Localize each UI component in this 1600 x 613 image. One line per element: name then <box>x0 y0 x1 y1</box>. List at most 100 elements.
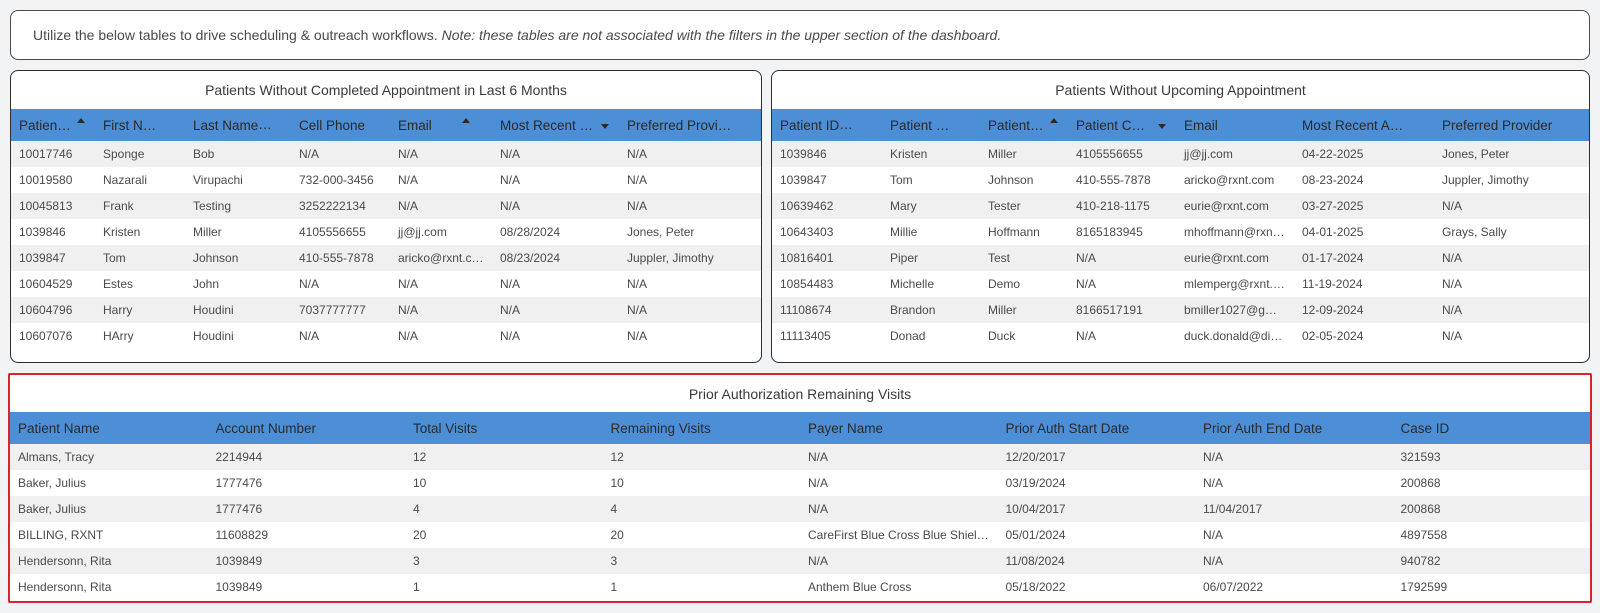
column-header-prior-auth-start-date[interactable]: Prior Auth Start Date <box>998 412 1196 444</box>
table-row[interactable]: 1039846 Kristen Miller 4105556655 jj@jj.com 0… <box>772 141 1589 167</box>
table-cell: 8165183945 <box>1076 225 1143 239</box>
table-cell: Donad <box>890 329 926 343</box>
table-cell: N/A <box>398 147 419 161</box>
table-row[interactable]: Baker, Julius 1777476 10 10 N/A 03/19/2024 N/A… <box>10 470 1590 496</box>
table-cell: N/A <box>1442 277 1463 291</box>
table-cell: Michelle <box>890 277 935 291</box>
table-cell: 1039846 <box>780 147 827 161</box>
table-cell: aricko@rxnt.com <box>1184 173 1275 187</box>
table-cell: 940782 <box>1400 554 1441 568</box>
column-header-patient-cell[interactable]: Patient Cell ... <box>1068 109 1176 141</box>
sort-descending-icon[interactable] <box>1158 123 1166 129</box>
table-cell: 10019580 <box>19 173 73 187</box>
table-cell: Johnson <box>988 173 1034 187</box>
table-cell: N/A <box>627 277 648 291</box>
table-cell: 3 <box>413 554 420 568</box>
column-header-most-recent-appointment[interactable]: Most Recent Appoi... <box>1294 109 1434 141</box>
table-cell: 1039846 <box>19 225 66 239</box>
table-row[interactable]: Baker, Julius 1777476 4 4 N/A 10/04/2017 11/04… <box>10 496 1590 522</box>
table-row[interactable]: 10019580 Nazarali Virupachi 732-000-3456 N/A… <box>11 167 761 193</box>
patients-without-completed-appointment-panel: Patients Without Completed Appointment i… <box>10 70 762 363</box>
table-cell: Houdini <box>193 329 234 343</box>
table-row[interactable]: 10017746 Sponge Bob N/A N/A N/A N/A <box>11 141 761 167</box>
table-cell: 321593 <box>1400 450 1441 464</box>
table-cell: 20 <box>610 528 624 542</box>
sort-ascending-icon[interactable] <box>77 117 85 123</box>
column-header-patient-first-name[interactable]: Patient Firs... <box>882 109 980 141</box>
table-cell: 11/04/2017 <box>1203 502 1263 516</box>
column-header-case-id[interactable]: Case ID <box>1393 412 1591 444</box>
table-cell: 08-23-2024 <box>1302 173 1364 187</box>
table-cell: 1792599 <box>1400 580 1448 594</box>
column-header-most-recent-completed[interactable]: Most Recent Co... <box>492 109 619 141</box>
column-header-preferred-provider[interactable]: Preferred Provider <box>619 109 761 141</box>
table-cell: 3 <box>610 554 618 568</box>
table-row[interactable]: 11113405 Donad Duck N/A duck.donald@disn... 0… <box>772 323 1589 349</box>
table-cell: CareFirst Blue Cross Blue Shield ... <box>808 528 997 542</box>
sort-ascending-icon[interactable] <box>1050 117 1058 123</box>
column-header-remaining-visits[interactable]: Remaining Visits <box>603 412 801 444</box>
column-header-prior-auth-end-date[interactable]: Prior Auth End Date <box>1195 412 1393 444</box>
table-row[interactable]: 1039846 Kristen Miller 4105556655 jj@jj.com 0… <box>11 219 761 245</box>
table-cell: N/A <box>500 329 521 343</box>
table-cell: 1039847 <box>19 251 66 265</box>
table-row[interactable]: 10854483 Michelle Demo N/A mlemperg@rxnt.c..… <box>772 271 1589 297</box>
table-cell: N/A <box>299 329 320 343</box>
table-cell: 10045813 <box>19 199 73 213</box>
table-row[interactable]: Hendersonn, Rita 1039849 1 1 Anthem Blue Cro… <box>10 574 1590 600</box>
sort-descending-icon[interactable] <box>280 123 289 129</box>
table-cell: 410-555-7878 <box>1076 173 1151 187</box>
table-row[interactable]: BILLING, RXNT 11608829 20 20 CareFirst Blue … <box>10 522 1590 548</box>
column-header-patient-name[interactable]: Patient Name <box>10 412 208 444</box>
column-header-payer-name[interactable]: Payer Name <box>800 412 998 444</box>
column-header-first-name[interactable]: First Name <box>95 109 185 141</box>
table-cell: Juppler, Jimothy <box>627 251 714 265</box>
column-header-email[interactable]: Email <box>1176 109 1294 141</box>
column-header-cell-phone[interactable]: Cell Phone <box>291 109 390 141</box>
column-header-last-name[interactable]: Last Name <box>185 109 291 141</box>
table-cell: N/A <box>1442 329 1463 343</box>
table-row[interactable]: Hendersonn, Rita 1039849 3 3 N/A 11/08/2024 N/… <box>10 548 1590 574</box>
table-cell: 4897558 <box>1400 528 1448 542</box>
table-cell: 7037777777 <box>299 303 366 317</box>
table-cell: N/A <box>500 173 521 187</box>
table-cell: N/A <box>398 277 419 291</box>
column-header-total-visits[interactable]: Total Visits <box>405 412 603 444</box>
table-row[interactable]: 11108674 Brandon Miller 8166517191 bmiller10… <box>772 297 1589 323</box>
table-row[interactable]: 10816401 Piper Test N/A eurie@rxnt.com 01-17-… <box>772 245 1589 271</box>
table-cell: N/A <box>808 476 829 490</box>
table-row[interactable]: 10639462 Mary Tester 410-218-1175 eurie@rxnt… <box>772 193 1589 219</box>
column-header-account-number[interactable]: Account Number <box>208 412 406 444</box>
table-cell: 12 <box>413 450 427 464</box>
column-header-preferred-provider[interactable]: Preferred Provider <box>1434 109 1589 141</box>
sort-descending-icon[interactable] <box>601 123 609 129</box>
table-row[interactable]: 10045813 Frank Testing 3252222134 N/A N/A N/A <box>11 193 761 219</box>
table-row[interactable]: 10643403 Millie Hoffmann 8165183945 mhoffman… <box>772 219 1589 245</box>
table-cell: 11108674 <box>780 303 832 317</box>
table-cell: 8166517191 <box>1076 303 1143 317</box>
column-header-patient-id[interactable]: Patient ID <box>11 109 95 141</box>
table-cell: 200868 <box>1400 476 1441 490</box>
note-text: Utilize the below tables to drive schedu… <box>33 27 438 43</box>
sort-ascending-icon[interactable] <box>461 117 470 123</box>
table-cell: N/A <box>808 450 829 464</box>
table-cell: N/A <box>808 502 829 516</box>
table-row[interactable]: 10604529 Estes John N/A N/A N/A N/A <box>11 271 761 297</box>
table-row[interactable]: 1039847 Tom Johnson 410-555-7878 aricko@rxnt… <box>11 245 761 271</box>
column-header-email[interactable]: Email <box>390 109 492 141</box>
table-cell: 10607076 <box>19 329 73 343</box>
column-header-patient-last-name[interactable]: Patient L... <box>980 109 1068 141</box>
sort-ascending-icon[interactable] <box>867 117 876 123</box>
table-cell: bmiller1027@gma... <box>1184 303 1292 317</box>
column-header-patient-id[interactable]: Patient ID <box>772 109 882 141</box>
table-row[interactable]: 10604796 Harry Houdini 7037777777 N/A N/A N/A <box>11 297 761 323</box>
table-cell: N/A <box>1442 303 1463 317</box>
table-cell: BILLING, RXNT <box>18 528 104 542</box>
table-row[interactable]: 1039847 Tom Johnson 410-555-7878 aricko@rxnt… <box>772 167 1589 193</box>
table-cell: N/A <box>398 303 419 317</box>
table-cell: 12-09-2024 <box>1302 303 1364 317</box>
table-row[interactable]: 10607076 HArry Houdini N/A N/A N/A N/A <box>11 323 761 349</box>
table-cell: Jones, Peter <box>627 225 695 239</box>
table-cell: Almans, Tracy <box>18 450 95 464</box>
table-row[interactable]: Almans, Tracy 2214944 12 12 N/A 12/20/2017 N/A… <box>10 444 1590 470</box>
